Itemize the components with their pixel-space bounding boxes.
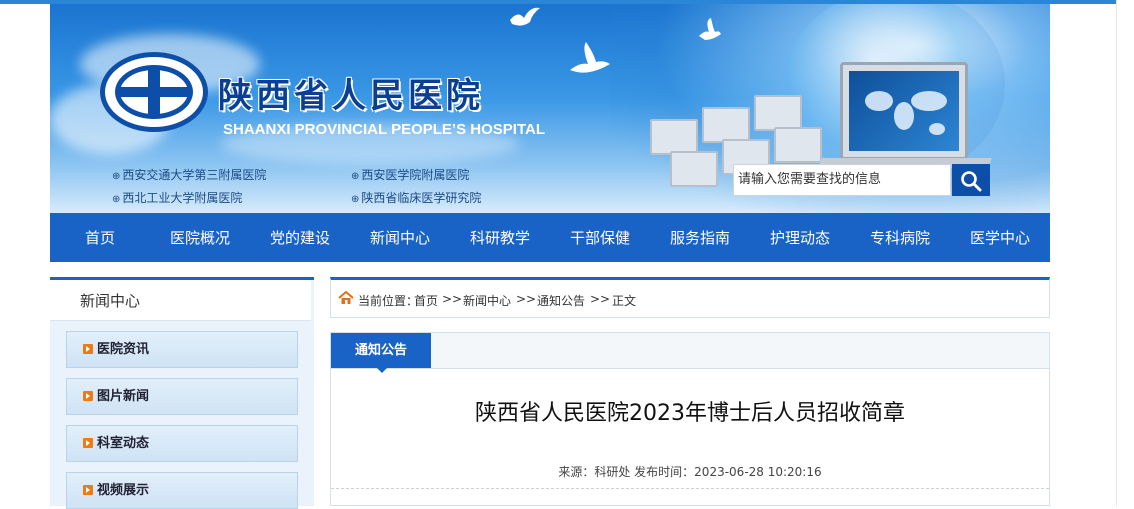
main-nav: 首页 医院概况 党的建设 新闻中心 科研教学 干部保健 服务指南 护理动态 专科… <box>50 213 1050 262</box>
breadcrumb-prefix: 当前位置： <box>358 294 419 308</box>
hospital-logo <box>100 52 208 132</box>
nav-item-research[interactable]: 科研教学 <box>450 213 550 262</box>
header-banner: 陕西省人民医院 SHAANXI PROVINCIAL PEOPLE’S HOSP… <box>50 4 1050 213</box>
nav-item-news[interactable]: 新闻中心 <box>350 213 450 262</box>
tab-notch <box>377 368 387 373</box>
home-icon <box>338 291 354 304</box>
sidebar-item-dept-news[interactable]: 科室动态 <box>66 425 298 462</box>
nav-item-home[interactable]: 首页 <box>50 213 150 262</box>
article-panel: 通知公告 陕西省人民医院2023年博士后人员招收简章 来源：科研处 发布时间：2… <box>330 332 1050 506</box>
nav-item-guide[interactable]: 服务指南 <box>650 213 750 262</box>
breadcrumb-separator: >> <box>442 292 463 306</box>
divider <box>331 488 1049 489</box>
hospital-name: 陕西省人民医院 <box>218 76 484 116</box>
arrow-bullet-icon <box>83 344 93 354</box>
laptop-graphic <box>840 62 968 160</box>
dove-icon <box>699 18 721 40</box>
nav-item-medical-center[interactable]: 医学中心 <box>950 213 1050 262</box>
affiliation-link[interactable]: ⊕ 西北工业大学附属医院 <box>112 189 242 206</box>
article-meta: 来源：科研处 发布时间：2023-06-28 10:20:16 <box>558 465 822 479</box>
sidebar-item-hospital-news[interactable]: 医院资讯 <box>66 331 298 368</box>
breadcrumb-notices[interactable]: 通知公告 <box>537 292 585 309</box>
tab-notices[interactable]: 通知公告 <box>331 333 431 368</box>
plus-circle-icon: ⊕ <box>112 171 121 182</box>
arrow-bullet-icon <box>83 485 93 495</box>
sidebar-item-videos[interactable]: 视频展示 <box>66 472 298 509</box>
article-title: 陕西省人民医院2023年博士后人员招收简章 <box>475 401 905 426</box>
nav-item-party[interactable]: 党的建设 <box>250 213 350 262</box>
sidebar-title: 新闻中心 <box>50 280 311 321</box>
nav-item-healthcare[interactable]: 干部保健 <box>550 213 650 262</box>
search-button[interactable] <box>952 164 990 196</box>
plus-circle-icon: ⊕ <box>351 171 360 182</box>
window-edge <box>1116 0 1134 506</box>
sidebar-item-label: 图片新闻 <box>97 389 150 404</box>
sidebar-item-label: 视频展示 <box>97 483 150 498</box>
arrow-bullet-icon <box>83 438 93 448</box>
sidebar: 新闻中心 医院资讯 图片新闻 科室动态 视频展示 <box>50 277 314 509</box>
arrow-bullet-icon <box>83 391 93 401</box>
breadcrumb-separator: >> <box>590 292 611 306</box>
breadcrumb-separator: >> <box>516 292 537 306</box>
breadcrumb-news[interactable]: 新闻中心 <box>463 292 511 309</box>
affiliation-link[interactable]: ⊕ 西安交通大学第三附属医院 <box>112 166 266 183</box>
nav-item-nursing[interactable]: 护理动态 <box>750 213 850 262</box>
breadcrumb-home[interactable]: 首页 <box>414 292 438 309</box>
plus-circle-icon: ⊕ <box>351 194 360 205</box>
nav-item-specialty[interactable]: 专科病院 <box>850 213 950 262</box>
dove-icon <box>510 7 540 26</box>
affiliation-link[interactable]: ⊕ 西安医学院附属医院 <box>351 166 469 183</box>
search-icon <box>961 171 982 192</box>
dove-icon <box>570 42 610 73</box>
article-panel-header: 通知公告 <box>331 333 1049 373</box>
sidebar-item-photo-news[interactable]: 图片新闻 <box>66 378 298 415</box>
sidebar-item-label: 科室动态 <box>97 436 150 451</box>
search-input[interactable]: 请输入您需要查找的信息 <box>733 164 951 196</box>
breadcrumb-current: 正文 <box>612 294 637 308</box>
sidebar-item-label: 医院资讯 <box>97 342 150 357</box>
affiliation-link[interactable]: ⊕ 陕西省临床医学研究院 <box>351 189 481 206</box>
breadcrumb: 当前位置： 首页 >> 新闻中心 >> 通知公告 >> 正文 <box>330 277 1050 318</box>
plus-circle-icon: ⊕ <box>112 194 121 205</box>
hospital-name-en: SHAANXI PROVINCIAL PEOPLE’S HOSPITAL <box>223 121 545 138</box>
nav-item-overview[interactable]: 医院概况 <box>150 213 250 262</box>
